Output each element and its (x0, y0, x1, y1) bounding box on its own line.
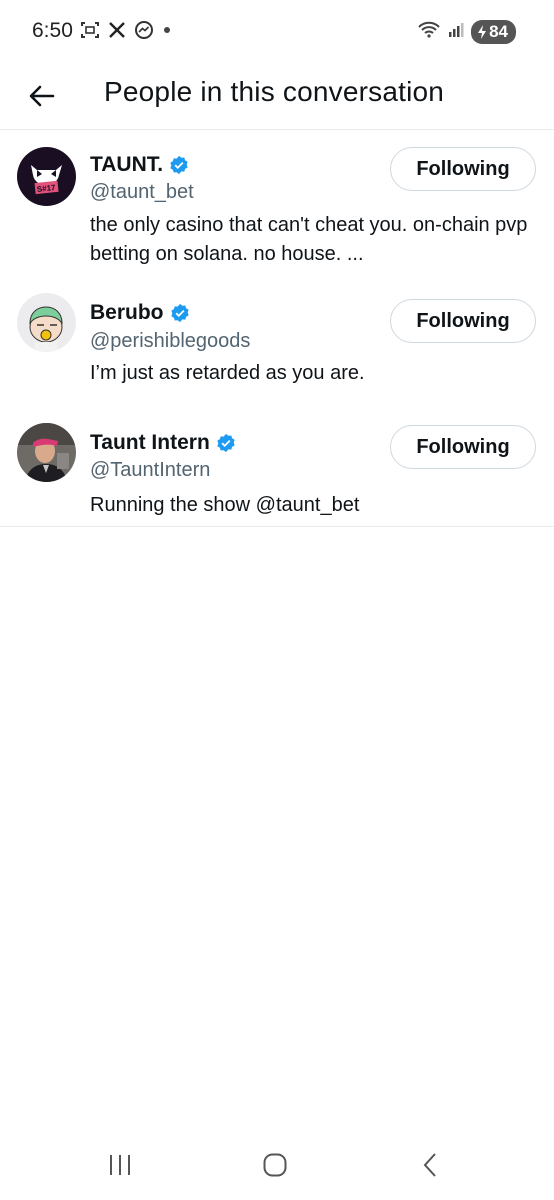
verified-badge-icon (170, 155, 188, 175)
user-name-line: TAUNT. (90, 153, 189, 177)
following-button[interactable]: Following (390, 147, 536, 191)
back-icon (423, 1153, 436, 1177)
home-button[interactable] (255, 1150, 295, 1180)
list-item[interactable]: S#17 TAUNT. @taunt_bet the only casino t… (0, 131, 554, 279)
wifi-icon (417, 19, 441, 44)
recents-button[interactable] (100, 1150, 140, 1180)
verified-badge-icon (217, 433, 235, 453)
user-bio: I’m just as retarded as you are. (90, 362, 365, 384)
user-name[interactable]: TAUNT. (90, 153, 163, 177)
following-button[interactable]: Following (390, 299, 536, 343)
page-title: People in this conversation (104, 76, 445, 107)
status-system-icons: 84 (417, 19, 516, 44)
following-button[interactable]: Following (390, 425, 536, 469)
avatar[interactable]: S#17 (17, 147, 76, 206)
user-name[interactable]: Berubo (90, 301, 164, 325)
user-handle[interactable]: @taunt_bet (90, 181, 194, 204)
messenger-icon (134, 20, 154, 40)
user-name[interactable]: Taunt Intern (90, 431, 210, 455)
x-app-icon (108, 21, 126, 39)
system-nav-bar (0, 1130, 554, 1200)
status-bar: 6:50 84 (0, 0, 554, 64)
battery-icon: 84 (471, 19, 516, 44)
arrow-left-icon (29, 85, 55, 107)
user-handle[interactable]: @TauntIntern (90, 459, 210, 482)
home-icon (263, 1153, 287, 1177)
dot-icon (162, 25, 172, 35)
user-handle[interactable]: @perishiblegoods (90, 330, 250, 353)
recents-icon (110, 1155, 130, 1175)
verified-badge-icon (170, 303, 189, 323)
user-name-line: Berubo (90, 301, 190, 325)
list-item[interactable]: Berubo @perishiblegoods I’m just as reta… (0, 279, 554, 403)
people-list: S#17 TAUNT. @taunt_bet the only casino t… (0, 131, 554, 527)
list-item[interactable]: Taunt Intern @TauntIntern Running the sh… (0, 403, 554, 527)
battery-level: 84 (489, 21, 508, 41)
page-header: People in this conversation (0, 64, 554, 130)
back-button[interactable] (22, 76, 62, 116)
system-back-button[interactable] (410, 1150, 450, 1180)
signal-icon (447, 20, 465, 43)
avatar[interactable] (17, 423, 76, 482)
status-time: 6:50 (32, 19, 73, 42)
user-name-line: Taunt Intern (90, 431, 236, 455)
avatar[interactable] (17, 293, 76, 352)
status-notification-icons (80, 20, 172, 40)
screenshot-icon (80, 20, 100, 40)
user-bio: Running the show @taunt_bet (90, 494, 360, 516)
user-bio: the only casino that can't cheat you. on… (90, 214, 528, 265)
